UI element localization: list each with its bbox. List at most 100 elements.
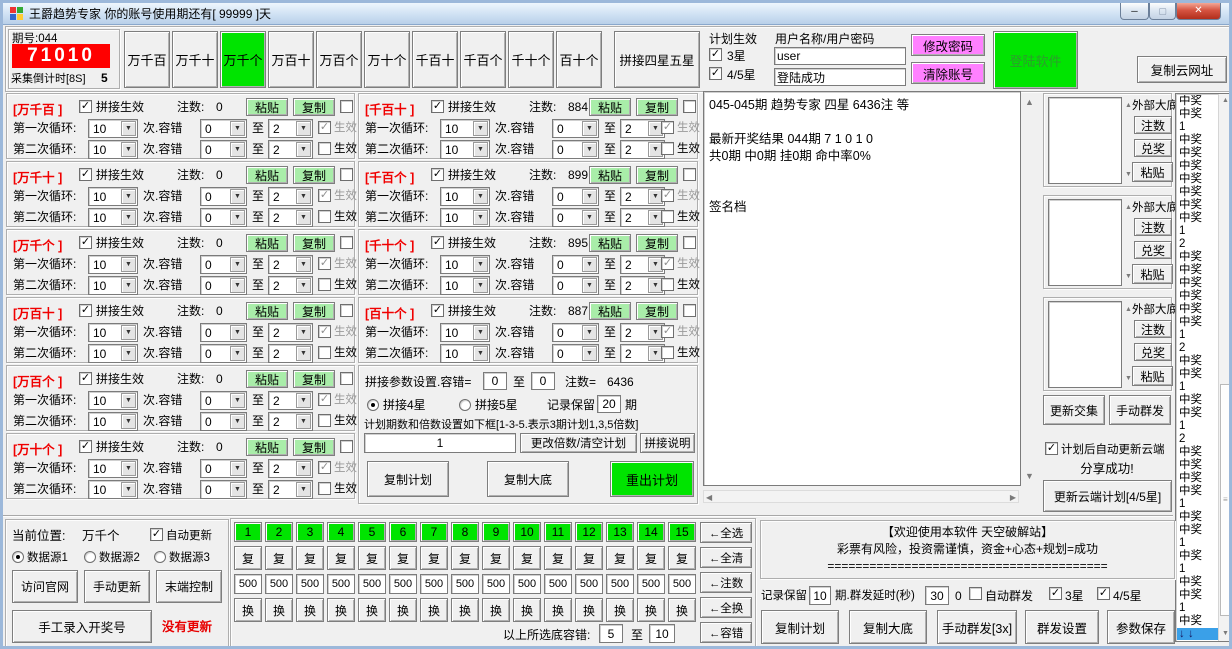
chevron-down-icon[interactable]: ▼ bbox=[230, 346, 245, 361]
regenerate-plan-button[interactable]: 重出计划 bbox=[610, 461, 694, 497]
source2-radio[interactable] bbox=[84, 551, 96, 563]
chevron-down-icon[interactable]: ▼ bbox=[230, 325, 245, 340]
tolerance-to-select[interactable]: 2▼ bbox=[268, 391, 313, 410]
cycle-count-select[interactable]: 10▼ bbox=[440, 344, 490, 363]
cycle-count-select[interactable]: 10▼ bbox=[440, 119, 490, 138]
chevron-down-icon[interactable]: ▼ bbox=[230, 393, 245, 408]
position-tab-8[interactable]: 千十个 bbox=[508, 31, 554, 88]
copy-base-button2[interactable]: 复制大底 bbox=[849, 610, 927, 644]
tolerance-from-select[interactable]: 0▼ bbox=[200, 208, 247, 227]
win-list-item[interactable]: 中奖 bbox=[1177, 290, 1218, 303]
login-status-field[interactable] bbox=[774, 68, 906, 86]
chevron-down-icon[interactable]: ▼ bbox=[121, 121, 136, 136]
win-list-item[interactable]: 中奖 bbox=[1177, 251, 1218, 264]
col-copy-button-8[interactable]: 复 bbox=[451, 546, 479, 570]
chevron-down-icon[interactable]: ▼ bbox=[473, 142, 488, 157]
splice-active-checkbox[interactable] bbox=[79, 100, 92, 113]
position-tab-7[interactable]: 千百个 bbox=[460, 31, 506, 88]
panel-select-checkbox[interactable] bbox=[683, 304, 696, 317]
chevron-down-icon[interactable]: ▼ bbox=[121, 278, 136, 293]
cycle-count-select[interactable]: 10▼ bbox=[88, 323, 138, 342]
cycle-effective-checkbox[interactable] bbox=[661, 257, 674, 270]
swap-all-button[interactable]: ←全换 bbox=[700, 597, 752, 618]
tolerance-from-select[interactable]: 0▼ bbox=[552, 323, 599, 342]
chevron-down-icon[interactable]: ▼ bbox=[473, 210, 488, 225]
cycle-effective-checkbox[interactable] bbox=[661, 142, 674, 155]
copy-button[interactable]: 复制 bbox=[293, 98, 335, 116]
col-stake-input-15[interactable] bbox=[668, 574, 696, 594]
win-list-item[interactable]: 中奖 bbox=[1177, 277, 1218, 290]
win-list-item[interactable]: 2 bbox=[1177, 342, 1218, 355]
panel-select-checkbox[interactable] bbox=[340, 236, 353, 249]
col-select-button-4[interactable]: 4 bbox=[327, 522, 355, 542]
copy-button[interactable]: 复制 bbox=[293, 302, 335, 320]
chevron-down-icon[interactable]: ▼ bbox=[582, 257, 597, 272]
chevron-down-icon[interactable]: ▼ bbox=[121, 346, 136, 361]
win-list-item[interactable]: 1 bbox=[1177, 602, 1218, 615]
col-copy-button-7[interactable]: 复 bbox=[420, 546, 448, 570]
chevron-down-icon[interactable]: ▼ bbox=[582, 121, 597, 136]
win-list-item[interactable]: 中奖 bbox=[1177, 160, 1218, 173]
chevron-down-icon[interactable]: ▼ bbox=[230, 142, 245, 157]
win-list-item[interactable]: 中奖 bbox=[1177, 173, 1218, 186]
cycle-effective-checkbox[interactable] bbox=[318, 142, 331, 155]
auto-send-checkbox[interactable] bbox=[969, 587, 982, 600]
splice-help-button[interactable]: 拼接说明 bbox=[640, 433, 695, 453]
update-cloud-plan-button[interactable]: 更新云端计划[4/5星] bbox=[1043, 480, 1172, 512]
panel-select-checkbox[interactable] bbox=[340, 372, 353, 385]
win-list-item[interactable]: 中奖 bbox=[1177, 368, 1218, 381]
scroll-up-icon[interactable]: ▲ bbox=[1025, 97, 1034, 107]
col-swap-button-8[interactable]: 换 bbox=[451, 598, 479, 622]
copy-plan-button[interactable]: 复制计划 bbox=[367, 461, 449, 497]
position-tab-2[interactable]: 万千个 bbox=[220, 31, 266, 88]
tolerance-to-select[interactable]: 2▼ bbox=[268, 344, 313, 363]
tolerance-from-select[interactable]: 0▼ bbox=[200, 459, 247, 478]
count-zhushu-button[interactable]: 注数 bbox=[1134, 320, 1172, 338]
win-list-item[interactable]: 中奖 bbox=[1177, 264, 1218, 277]
scroll-up-icon[interactable]: ▲ bbox=[1125, 101, 1132, 111]
col-stake-input-14[interactable] bbox=[637, 574, 665, 594]
paste-button[interactable]: 粘贴 bbox=[246, 438, 288, 456]
splice-active-checkbox[interactable] bbox=[431, 236, 444, 249]
col-copy-button-9[interactable]: 复 bbox=[482, 546, 510, 570]
splice-active-checkbox[interactable] bbox=[79, 168, 92, 181]
cycle-effective-checkbox[interactable] bbox=[318, 278, 331, 291]
redeem-button[interactable]: 兑奖 bbox=[1134, 343, 1172, 361]
tolerance-from-select[interactable]: 0▼ bbox=[552, 119, 599, 138]
col-select-button-3[interactable]: 3 bbox=[296, 522, 324, 542]
col-swap-button-15[interactable]: 换 bbox=[668, 598, 696, 622]
win-list-item[interactable]: 1 bbox=[1177, 329, 1218, 342]
cycle-effective-checkbox[interactable] bbox=[661, 121, 674, 134]
win-list-item[interactable]: 中奖 bbox=[1177, 446, 1218, 459]
external-base-textarea[interactable] bbox=[1048, 97, 1122, 184]
tolerance-from-select[interactable]: 0▼ bbox=[200, 255, 247, 274]
username-input[interactable] bbox=[774, 47, 906, 65]
panel-select-checkbox[interactable] bbox=[340, 168, 353, 181]
chevron-down-icon[interactable]: ▼ bbox=[121, 210, 136, 225]
tolerance-from-select[interactable]: 0▼ bbox=[200, 480, 247, 499]
chevron-down-icon[interactable]: ▼ bbox=[121, 142, 136, 157]
chevron-down-icon[interactable]: ▼ bbox=[230, 278, 245, 293]
col-stake-input-6[interactable] bbox=[389, 574, 417, 594]
chevron-down-icon[interactable]: ▼ bbox=[230, 257, 245, 272]
tolerance-from-select[interactable]: 0▼ bbox=[552, 208, 599, 227]
cycle-effective-checkbox[interactable] bbox=[318, 210, 331, 223]
chevron-down-icon[interactable]: ▼ bbox=[296, 210, 311, 225]
cycle-count-select[interactable]: 10▼ bbox=[88, 276, 138, 295]
position-tab-5[interactable]: 万十个 bbox=[364, 31, 410, 88]
panel-select-checkbox[interactable] bbox=[340, 304, 353, 317]
splice-active-checkbox[interactable] bbox=[431, 168, 444, 181]
minimize-button[interactable]: ─ bbox=[1120, 3, 1149, 20]
manual-send-button[interactable]: 手动群发 bbox=[1109, 395, 1171, 425]
col-select-button-8[interactable]: 8 bbox=[451, 522, 479, 542]
chevron-down-icon[interactable]: ▼ bbox=[230, 414, 245, 429]
tolerance-to-select[interactable]: 2▼ bbox=[620, 119, 665, 138]
chevron-down-icon[interactable]: ▼ bbox=[296, 121, 311, 136]
scroll-left-icon[interactable]: ◀ bbox=[706, 493, 712, 503]
col-swap-button-1[interactable]: 换 bbox=[234, 598, 262, 622]
paste-base-button[interactable]: 粘贴 bbox=[1132, 264, 1173, 284]
win-list[interactable]: 中奖中奖1中奖中奖中奖中奖中奖中奖中奖12中奖中奖中奖中奖中奖中奖12中奖中奖1… bbox=[1175, 93, 1232, 642]
panel-select-checkbox[interactable] bbox=[340, 100, 353, 113]
cycle-effective-checkbox[interactable] bbox=[661, 346, 674, 359]
chevron-down-icon[interactable]: ▼ bbox=[296, 257, 311, 272]
